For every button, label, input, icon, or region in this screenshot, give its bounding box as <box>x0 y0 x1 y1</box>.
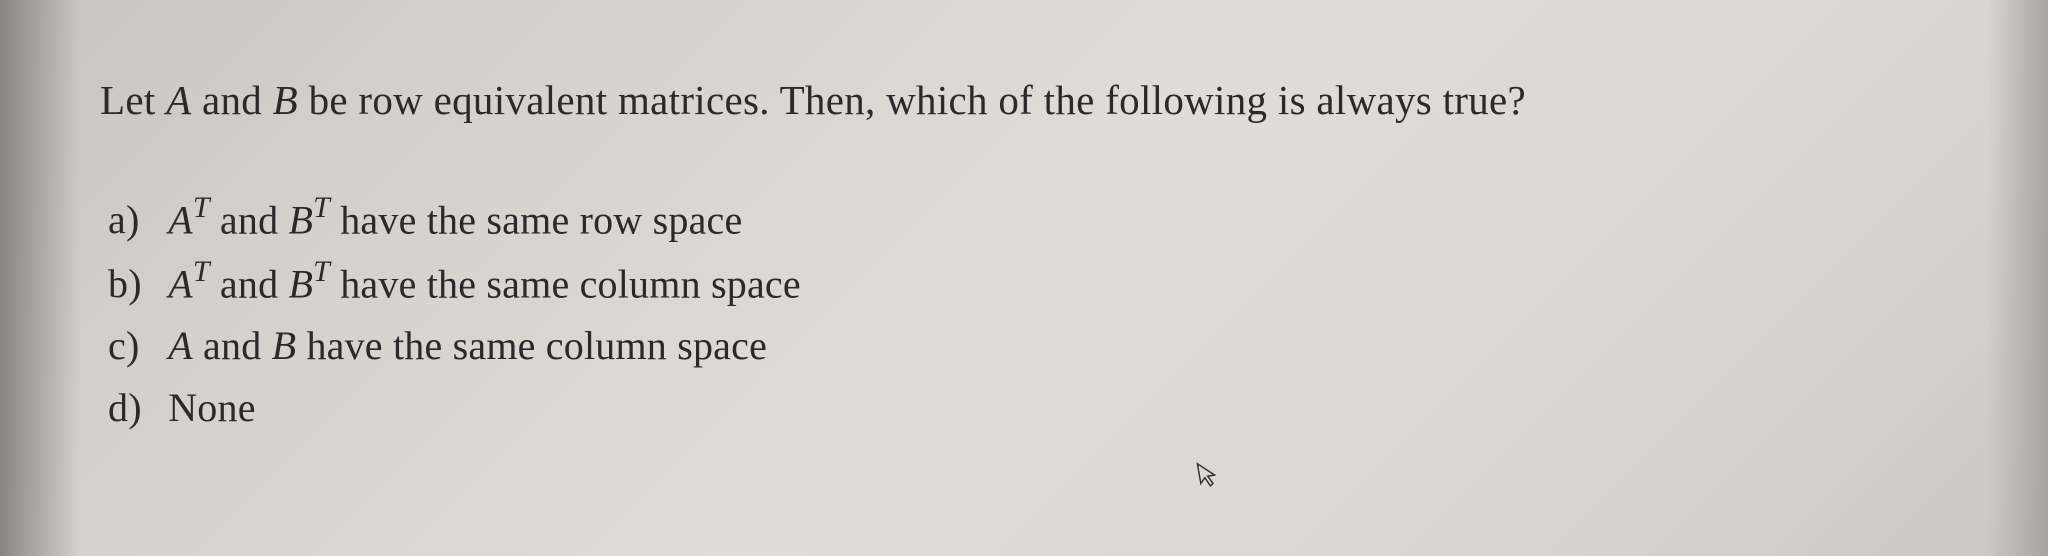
option-b-m2-base: B <box>289 261 314 306</box>
option-a-m2-base: B <box>289 197 314 242</box>
option-a-label: a) <box>108 189 158 251</box>
option-a-m1-base: A <box>168 197 193 242</box>
option-c: c) A and B have the same column space <box>108 315 1998 377</box>
option-b-m1-base: A <box>168 261 193 306</box>
prompt-text-post: be row equivalent matrices. Then, which … <box>298 77 1526 123</box>
option-d-text: None <box>168 385 255 430</box>
option-b-label: b) <box>108 253 158 315</box>
cursor-icon <box>1195 458 1223 497</box>
options-list: a) AT and BT have the same row space b) … <box>100 187 1998 440</box>
option-c-m1-base: A <box>168 323 193 368</box>
prompt-text-pre: Let <box>100 77 166 123</box>
option-c-label: c) <box>108 315 158 377</box>
option-b-mid: and <box>210 261 289 306</box>
option-b-m1-sup: T <box>193 255 210 288</box>
variable-B: B <box>273 77 298 123</box>
option-a-mid: and <box>210 197 289 242</box>
prompt-text-mid: and <box>191 77 272 123</box>
question-prompt: Let A and B be row equivalent matrices. … <box>100 70 1998 132</box>
option-c-mid: and <box>193 323 272 368</box>
option-b: b) AT and BT have the same column space <box>108 251 1998 315</box>
option-a-m2-sup: T <box>313 191 330 224</box>
option-b-m2-sup: T <box>313 255 330 288</box>
option-c-m2-base: B <box>272 323 297 368</box>
option-d: d) None <box>108 377 1998 439</box>
option-b-post: have the same column space <box>330 261 801 306</box>
option-c-post: have the same column space <box>296 323 767 368</box>
variable-A: A <box>166 77 191 123</box>
option-a-post: have the same row space <box>330 197 742 242</box>
option-d-label: d) <box>108 377 158 439</box>
option-a-m1-sup: T <box>193 191 210 224</box>
option-a: a) AT and BT have the same row space <box>108 187 1998 251</box>
